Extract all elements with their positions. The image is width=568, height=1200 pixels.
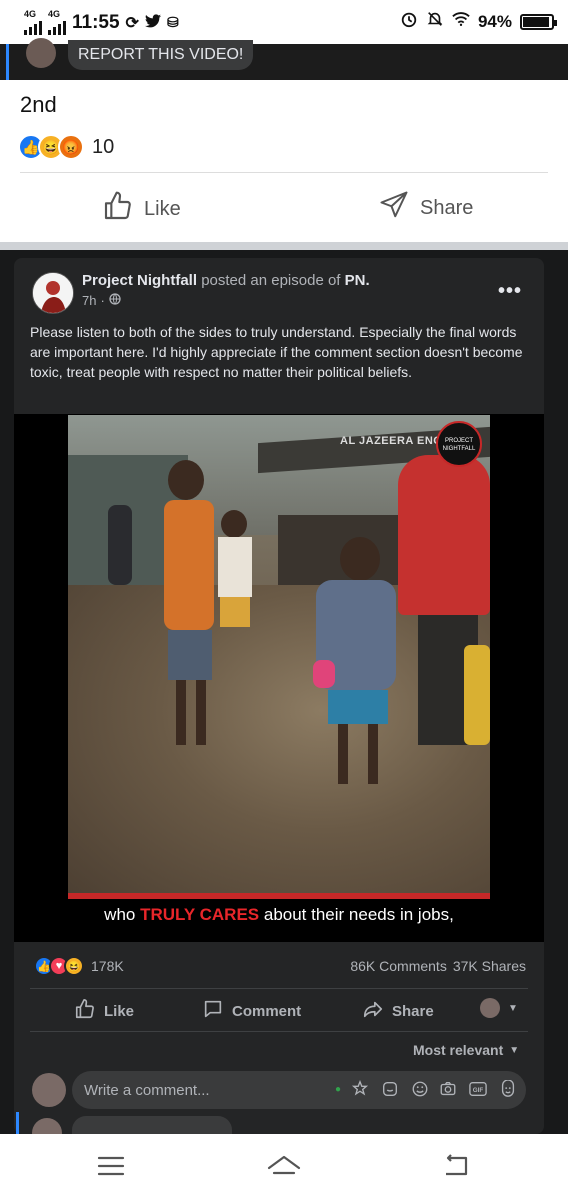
comment-icon: [202, 998, 224, 1024]
globe-icon: [109, 293, 121, 308]
battery-percent: 94%: [477, 11, 512, 31]
alarm-icon: [400, 10, 418, 33]
user-avatar[interactable]: [32, 1073, 66, 1107]
camera-icon[interactable]: [438, 1080, 458, 1100]
post-header: Project Nightfall posted an episode of P…: [82, 272, 370, 289]
like-label: Like: [144, 197, 181, 220]
comment-box[interactable]: ● GIF: [72, 1071, 526, 1109]
sort-label: Most relevant: [413, 1042, 504, 1058]
comment-input[interactable]: [84, 1071, 324, 1109]
avatar: [480, 998, 500, 1018]
divider: [30, 988, 528, 989]
post-as-selector[interactable]: ▼: [480, 998, 518, 1018]
sticker-icon[interactable]: [380, 1080, 400, 1100]
svg-text:GIF: GIF: [473, 1087, 484, 1094]
report-video-bubble[interactable]: REPORT THIS VIDEO!: [68, 40, 254, 70]
home-button[interactable]: [264, 1154, 304, 1182]
mute-bell-icon: [426, 10, 444, 33]
online-dot-icon: ●: [334, 1084, 342, 1095]
post-meta: 7h ·: [82, 293, 121, 308]
back-button[interactable]: [436, 1153, 476, 1183]
reaction-total: 178K: [91, 958, 124, 974]
system-nav-bar: [0, 1134, 568, 1200]
caret-down-icon: ▼: [508, 1002, 518, 1014]
post-body: Please listen to both of the sides to tr…: [30, 324, 523, 380]
report-video-label: REPORT THIS VIDEO!: [78, 46, 244, 63]
divider: [20, 172, 548, 173]
post-stats: 👍 ♥ 😆 178K 86K Comments 37K Shares: [34, 956, 530, 978]
twitter-icon: [144, 12, 161, 34]
storage-icon: ⛁: [166, 14, 179, 30]
more-options-icon[interactable]: •••: [498, 280, 522, 303]
post-like-label: Like: [104, 1002, 135, 1020]
avatar-emoji-icon[interactable]: [498, 1079, 518, 1100]
status-time: 11:55: [72, 11, 120, 33]
emoji-icon[interactable]: [410, 1080, 430, 1100]
back-icon: [442, 1153, 470, 1183]
comment-sort-dropdown[interactable]: Most relevant ▼: [413, 1042, 519, 1058]
status-bar: 4G 4G 11:55 ⟳ ⛁ 94%: [0, 0, 568, 44]
page-avatar[interactable]: [32, 272, 74, 314]
previous-video-strip: REPORT THIS VIDEO!: [0, 38, 568, 80]
channel-logo-text: PROJECT NIGHTFALL: [442, 438, 476, 452]
menu-icon: [97, 1155, 125, 1182]
thread-line: [6, 44, 9, 80]
wifi-icon: [452, 11, 470, 32]
signal-2-icon: 4G: [48, 10, 66, 35]
post-like-button[interactable]: Like: [74, 998, 134, 1024]
video-caption: who TRULY CARES about their needs in job…: [104, 905, 454, 924]
share-arrow-icon: [362, 998, 384, 1024]
menu-button[interactable]: [91, 1154, 131, 1182]
post-comment-button[interactable]: Comment: [202, 998, 301, 1024]
avatar-sticker-icon[interactable]: [350, 1079, 370, 1100]
comment-text: 2nd: [20, 92, 57, 117]
thread-line: [16, 1112, 19, 1134]
post-share-button[interactable]: Share: [362, 998, 434, 1024]
home-icon: [266, 1154, 302, 1183]
haha-reaction-icon: 😆: [64, 956, 84, 976]
post-time[interactable]: 7h: [82, 293, 96, 308]
section-separator: [0, 242, 568, 250]
thumbs-up-icon: [74, 998, 96, 1024]
comment-reactions[interactable]: 👍 😆 😡 10: [18, 134, 114, 160]
author-name[interactable]: Project Nightfall: [82, 272, 197, 289]
avatar[interactable]: [26, 38, 56, 68]
sync-icon: ⟳: [125, 14, 139, 32]
caret-down-icon: ▼: [509, 1044, 520, 1056]
gif-icon[interactable]: GIF: [468, 1080, 488, 1100]
battery-icon: [520, 13, 557, 30]
like-button[interactable]: Like: [102, 190, 181, 228]
channel-logo: PROJECT NIGHTFALL: [436, 421, 482, 467]
reaction-count: 10: [92, 135, 115, 158]
posted-text: posted an episode of: [201, 272, 341, 289]
share-label: Share: [420, 196, 474, 219]
post-comment-label: Comment: [232, 1002, 302, 1020]
send-icon: [378, 190, 410, 226]
share-button[interactable]: Share: [378, 190, 473, 226]
signal-1-icon: 4G: [24, 10, 42, 35]
comment-count[interactable]: 86K Comments: [350, 958, 446, 974]
video-frame[interactable]: [68, 415, 490, 899]
thumbs-up-icon: [102, 190, 134, 228]
show-name[interactable]: PN.: [345, 272, 370, 289]
angry-reaction-icon: 😡: [58, 134, 84, 160]
share-count[interactable]: 37K Shares: [453, 958, 526, 974]
reaction-summary[interactable]: 👍 ♥ 😆 178K: [34, 956, 124, 976]
post-share-label: Share: [392, 1002, 434, 1020]
divider: [30, 1031, 528, 1032]
